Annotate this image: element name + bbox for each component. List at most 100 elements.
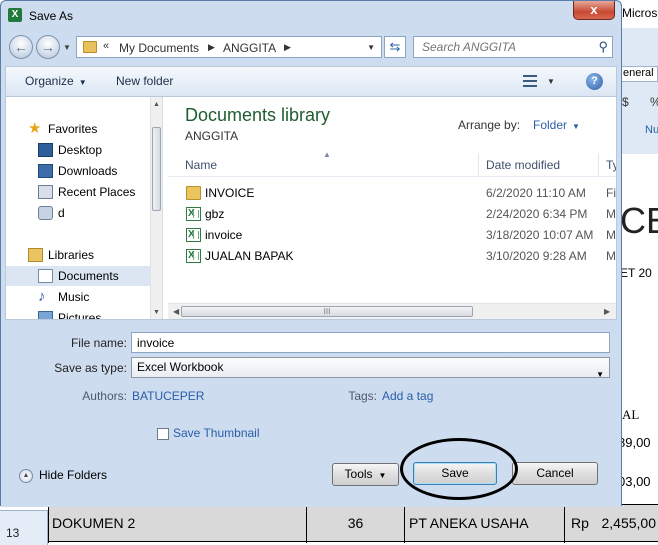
file-name: gbz [205,207,225,221]
tools-button[interactable]: Tools ▼ [332,463,399,486]
desktop-icon [38,143,53,157]
percent-format-button[interactable]: % [650,95,658,109]
save-as-dialog: X Save As x ← → ▼ « My Documents ▶ ANGGI… [0,0,622,507]
chevron-down-icon[interactable]: ▼ [547,77,555,86]
scroll-down-icon[interactable]: ▼ [153,309,160,316]
file-list-scrollbar[interactable]: ◀ III ▶ [168,303,616,319]
number-format-box[interactable]: eneral [620,66,658,82]
chevron-down-icon: ▼ [78,78,87,87]
excel-title-fragment: Micros [622,6,658,20]
forward-arrow-icon: → [41,39,55,55]
add-tag-link[interactable]: Add a tag [382,389,433,403]
file-row[interactable]: gbz 2/24/2020 6:34 PM Mi [168,204,616,225]
recent-places-icon [38,185,53,199]
nav-item-favorites[interactable]: ★ Favorites [6,119,150,139]
nav-item-desktop[interactable]: Desktop [6,140,150,160]
chevron-right-icon[interactable]: ▶ [284,42,291,53]
excel-file-icon [186,207,201,221]
breadcrumb-anggita[interactable]: ANGGITA [223,41,276,55]
excel-app-icon: X [8,8,22,22]
close-button[interactable]: x [573,1,615,20]
navigation-pane: ★ Favorites Desktop Downloads Recent Pla… [6,97,163,319]
nav-item-label: Libraries [48,248,95,262]
nav-item-label: Pictures [58,311,102,319]
drive-icon [38,206,53,220]
table-cell[interactable]: Rp [564,505,594,543]
column-header-date[interactable]: Date modified [486,158,560,172]
cancel-button[interactable]: Cancel [512,462,598,485]
nav-item-pictures[interactable]: Pictures [6,308,150,319]
save-thumbnail-checkbox[interactable] [157,428,169,440]
forward-button[interactable]: → [36,35,60,59]
column-headers: ▲ Name Date modified Ty [168,150,616,177]
file-name-input[interactable] [131,332,610,353]
chevron-down-icon: ▼ [596,370,604,379]
file-name: INVOICE [205,186,255,200]
column-header-type[interactable]: Ty [606,158,616,172]
table-cell[interactable]: DOKUMEN 2 [48,505,306,543]
save-as-type-select[interactable]: Excel Workbook ▼ [131,357,610,379]
nav-item-label: Recent Places [58,185,136,199]
title-bar[interactable]: X Save As x [1,1,621,31]
nav-item-libraries[interactable]: Libraries [6,245,150,265]
row-number: 13 [6,526,20,540]
chevron-down-icon[interactable]: ▼ [367,43,375,52]
authors-value[interactable]: BATUCEPER [132,389,204,403]
breadcrumb-my-documents[interactable]: My Documents [119,41,199,55]
table-cell[interactable]: 2,455,00 [594,505,658,543]
nav-item-music[interactable]: ♪ Music [6,287,150,307]
column-header-name[interactable]: Name [185,158,217,172]
new-folder-button[interactable]: New folder [116,74,173,88]
search-icon[interactable]: ⚲ [598,39,608,55]
search-input[interactable] [414,37,594,57]
file-name: invoice [205,228,243,242]
folder-icon [186,186,201,200]
nav-item-label: Desktop [58,143,103,157]
excel-file-icon [186,228,201,242]
address-bar[interactable]: « My Documents ▶ ANGGITA ▶ ▼ [76,36,382,58]
table-cell[interactable]: PT ANEKA USAHA [404,505,564,543]
command-toolbar: Organize ▼ New folder ▼ ? [5,66,617,96]
file-date: 3/18/2020 10:07 AM [486,228,594,242]
view-options-icon[interactable] [523,75,537,87]
number-group-label: Nu [645,124,658,136]
close-icon: x [590,2,598,17]
nav-item-downloads[interactable]: Downloads [6,161,150,181]
nav-pane-scrollbar[interactable]: ▲ ▼ [150,97,162,319]
nav-item-recent-places[interactable]: Recent Places [6,182,150,202]
organize-button[interactable]: Organize ▼ [25,74,87,88]
chevron-up-icon: ▲ [19,469,33,483]
column-divider[interactable] [478,153,479,176]
file-row[interactable]: JUALAN BAPAK 3/10/2020 9:28 AM Mi [168,246,616,267]
star-icon: ★ [28,120,42,137]
library-title: Documents library [185,105,331,125]
currency-format-button[interactable]: $ [622,95,629,109]
help-icon[interactable]: ? [586,73,603,90]
save-thumbnail-label[interactable]: Save Thumbnail [173,426,260,440]
scroll-up-icon[interactable]: ▲ [153,101,160,108]
libraries-icon [28,248,43,262]
scroll-left-icon[interactable]: ◀ [173,307,179,316]
arrange-by-value: Folder [533,118,568,132]
file-type: Mi [606,207,616,221]
nav-item-label: Downloads [58,164,118,178]
column-divider[interactable] [598,153,599,176]
recent-pages-dropdown[interactable]: ▼ [63,43,71,52]
arrange-by-dropdown[interactable]: Folder ▼ [533,118,580,132]
browser-content: ★ Favorites Desktop Downloads Recent Pla… [5,96,617,320]
breadcrumb-overflow[interactable]: « [103,40,109,52]
table-cell[interactable]: 36 [306,505,404,543]
scroll-thumb[interactable]: III [181,306,473,317]
documents-icon [38,269,53,283]
nav-item-d[interactable]: d [6,203,150,223]
back-button[interactable]: ← [9,35,33,59]
scroll-thumb[interactable] [152,127,161,211]
refresh-button[interactable]: ⇆ [384,36,406,58]
nav-item-documents[interactable]: Documents [6,266,150,286]
chevron-right-icon[interactable]: ▶ [208,42,215,53]
file-row[interactable]: INVOICE 6/2/2020 11:10 AM Fil [168,183,616,204]
file-row[interactable]: invoice 3/18/2020 10:07 AM Mi [168,225,616,246]
cell-value: 03,00 [618,474,651,489]
scroll-right-icon[interactable]: ▶ [604,307,610,316]
save-button[interactable]: Save [413,462,497,485]
